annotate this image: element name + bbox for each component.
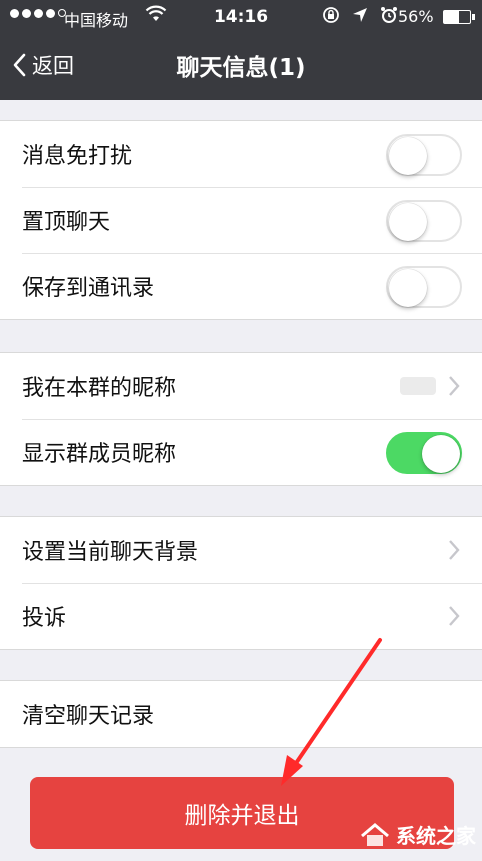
clear-group: 清空聊天记录 xyxy=(0,680,482,748)
chevron-right-icon xyxy=(449,376,460,396)
complain-label: 投诉 xyxy=(22,606,67,631)
save-to-contacts-toggle[interactable] xyxy=(386,266,462,308)
battery-percentage: 56% xyxy=(398,7,434,26)
complain-row[interactable]: 投诉 xyxy=(0,583,482,649)
chat-options-group: 消息免打扰 置顶聊天 保存到通讯录 xyxy=(0,120,482,320)
delete-and-exit-label: 删除并退出 xyxy=(184,803,300,829)
my-group-nickname-row[interactable]: 我在本群的昵称 xyxy=(0,353,482,419)
watermark-text: 系统之家 xyxy=(396,824,476,848)
show-member-nicknames-row: 显示群成员昵称 xyxy=(0,419,482,485)
show-member-nicknames-toggle[interactable] xyxy=(386,432,462,474)
navigation-bar: 中国移动 14:16 56% 返回 聊天信息(1) xyxy=(0,0,482,100)
alarm-icon xyxy=(381,7,397,23)
mute-notifications-row: 消息免打扰 xyxy=(0,121,482,187)
battery-icon xyxy=(443,10,475,24)
pin-chat-toggle[interactable] xyxy=(386,200,462,242)
watermark: 系统之家 xyxy=(360,820,476,849)
mute-notifications-toggle[interactable] xyxy=(386,134,462,176)
rotation-lock-icon xyxy=(323,7,339,23)
clear-chat-history-row[interactable]: 清空聊天记录 xyxy=(0,681,482,747)
nickname-value-blurred xyxy=(400,377,436,395)
house-logo-icon xyxy=(361,822,389,846)
clear-chat-history-label: 清空聊天记录 xyxy=(22,704,155,729)
nickname-group: 我在本群的昵称 显示群成员昵称 xyxy=(0,352,482,486)
status-bar: 中国移动 14:16 56% xyxy=(0,0,482,34)
chat-background-row[interactable]: 设置当前聊天背景 xyxy=(0,517,482,583)
misc-group: 设置当前聊天背景 投诉 xyxy=(0,516,482,650)
location-icon xyxy=(353,8,367,22)
chat-background-label: 设置当前聊天背景 xyxy=(22,540,199,565)
save-to-contacts-row: 保存到通讯录 xyxy=(0,253,482,319)
chevron-right-icon xyxy=(449,540,460,560)
chevron-right-icon xyxy=(449,606,460,626)
page-title: 聊天信息(1) xyxy=(176,55,306,81)
pin-chat-row: 置顶聊天 xyxy=(0,187,482,253)
